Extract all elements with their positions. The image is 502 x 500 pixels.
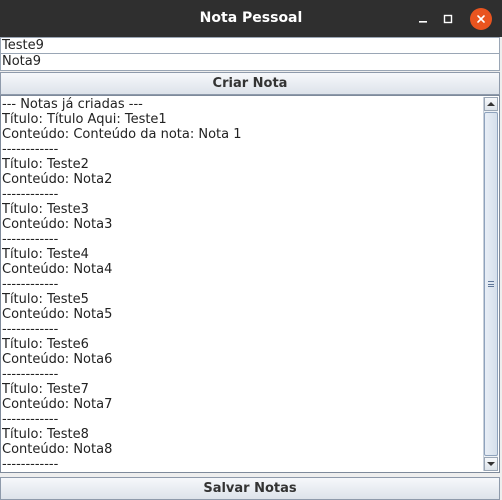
arrow-down-icon [487,462,495,466]
notes-line: Título: Teste4 [2,247,89,262]
minimize-button[interactable] [412,8,434,30]
notes-line: Título: Teste3 [2,202,89,217]
notes-line: Título: Teste7 [2,382,89,397]
scroll-up-button[interactable] [484,97,498,111]
notes-line: ------------ [2,412,59,427]
notes-line: Conteúdo: Nota4 [2,262,113,277]
notes-line: ------------ [2,232,59,247]
create-note-button[interactable]: Criar Nota [0,72,500,95]
maximize-button[interactable] [437,8,459,30]
close-icon [477,15,485,23]
notes-line: Título: Teste5 [2,292,89,307]
notes-line: Título: Teste8 [2,427,89,442]
title-bar[interactable]: Nota Pessoal [0,0,502,37]
notes-line: ------------ [2,142,59,157]
note-content-input[interactable]: Nota9 [0,54,500,71]
scroll-down-button[interactable] [484,457,498,471]
notes-line: Conteúdo: Nota7 [2,397,113,412]
note-title-input[interactable]: Teste9 [0,37,500,54]
notes-line: Conteúdo: Nota3 [2,217,113,232]
notes-line: Título: Título Aqui: Teste1 [2,112,167,127]
app-window: Nota Pessoal Teste9 Nota9 Criar Nota ---… [0,0,502,500]
notes-line: ------------ [2,322,59,337]
close-button[interactable] [470,8,492,30]
notes-text-area[interactable]: --- Notas já criadas --- Título: Título A… [0,95,500,473]
notes-line: ------------ [2,187,59,202]
scrollbar-thumb[interactable] [484,112,498,456]
maximize-icon [443,14,453,24]
notes-line: Conteúdo: Nota2 [2,172,113,187]
notes-line: --- Notas já criadas --- [2,97,143,112]
notes-line: ------------ [2,457,59,471]
notes-line: ------------ [2,277,59,292]
notes-line: Conteúdo: Conteúdo da nota: Nota 1 [2,127,242,142]
notes-line: Conteúdo: Nota5 [2,307,113,322]
notes-text-content[interactable]: --- Notas já criadas --- Título: Título A… [2,97,482,471]
vertical-scrollbar[interactable] [483,97,498,471]
notes-line: Título: Teste2 [2,157,89,172]
minimize-icon [419,21,427,23]
arrow-up-icon [487,102,495,106]
notes-line: ------------ [2,367,59,382]
notes-line: Título: Teste6 [2,337,89,352]
grip-icon [488,281,494,287]
save-notes-button[interactable]: Salvar Notas [0,477,500,500]
notes-line: Conteúdo: Nota6 [2,352,113,367]
notes-line: Conteúdo: Nota8 [2,442,113,457]
